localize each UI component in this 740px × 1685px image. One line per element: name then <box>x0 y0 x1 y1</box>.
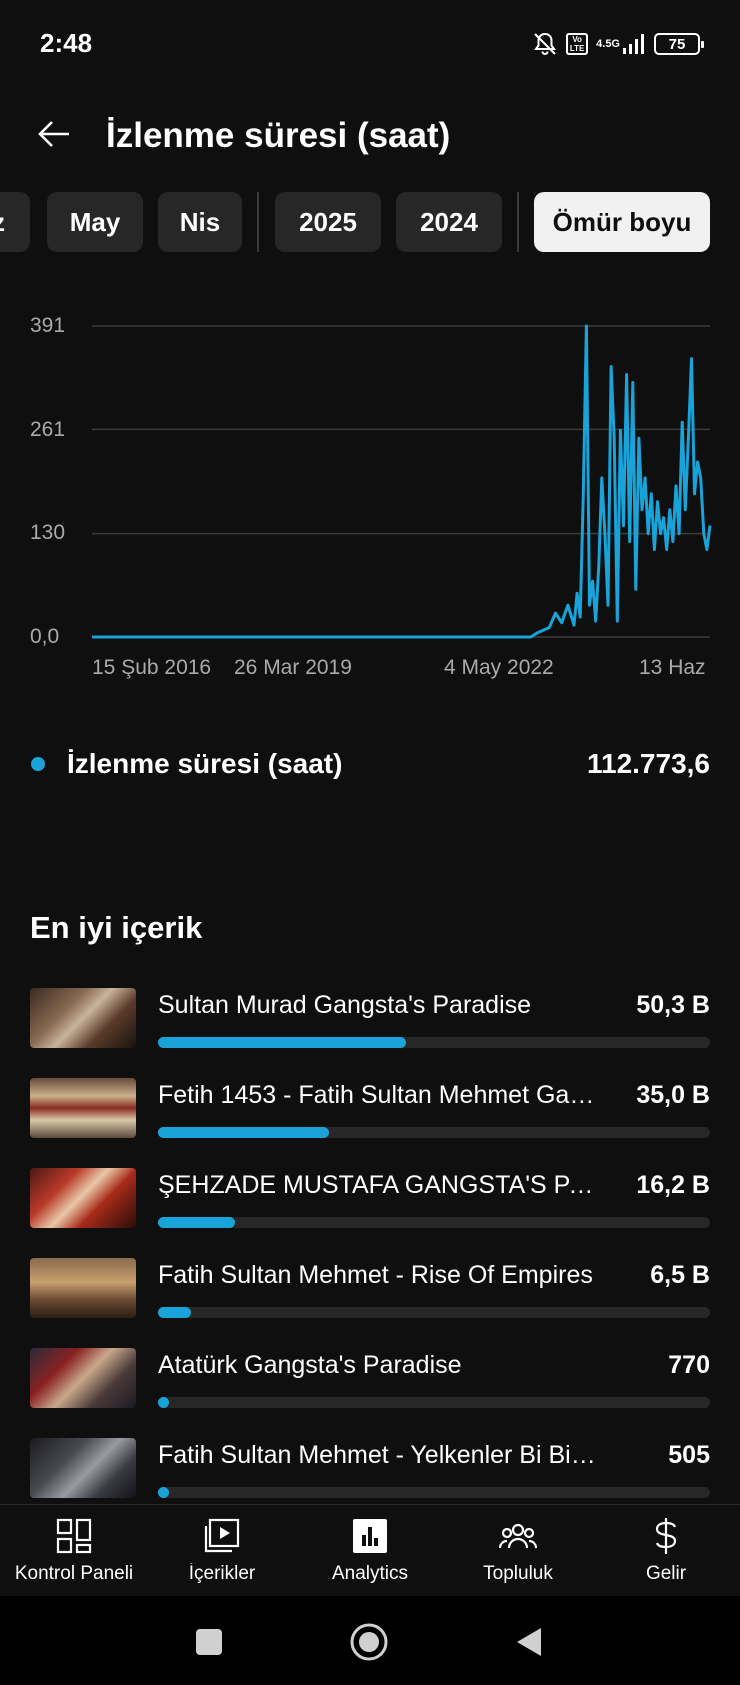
battery-level: 75 <box>668 35 686 53</box>
y-tick-label: 130 <box>30 521 66 544</box>
metric-total: 112.773,6 <box>586 748 710 779</box>
video-value: 770 <box>668 1351 710 1379</box>
nav-item-revenue[interactable]: Gelir <box>592 1505 740 1597</box>
analytics-icon <box>351 1517 389 1555</box>
battery-icon: 75 <box>654 33 704 55</box>
video-title: ŞEHZADE MUSTAFA GANGSTA'S PARADISE <box>158 1171 598 1199</box>
video-title: Fatih Sultan Mehmet - Rise Of Empires <box>158 1261 593 1289</box>
system-nav-bar <box>0 1596 740 1685</box>
y-tick-label: 391 <box>30 314 66 337</box>
nav-item-analytics[interactable]: Analytics <box>296 1505 444 1597</box>
progress-fill <box>158 1397 170 1408</box>
nav-item-dashboard[interactable]: Kontrol Paneli <box>0 1505 148 1597</box>
video-title: Fetih 1453 - Fatih Sultan Mehmet Gangsta… <box>158 1081 598 1109</box>
video-thumbnail <box>30 1258 136 1318</box>
progress-track <box>158 1397 710 1408</box>
progress-track <box>158 1127 710 1138</box>
network-type: 4.5G <box>596 38 620 50</box>
home-button[interactable] <box>349 1622 389 1662</box>
progress-fill <box>158 1127 330 1138</box>
x-tick-label: 4 May 2022 <box>444 656 554 679</box>
content-item[interactable]: Sultan Murad Gangsta's Paradise 50,3 B <box>0 985 740 1055</box>
x-tick-label: 26 Mar 2019 <box>234 656 352 679</box>
status-icons: Vo LTE 4.5G 75 <box>532 28 704 60</box>
dollar-icon <box>647 1517 685 1555</box>
progress-track <box>158 1487 710 1498</box>
home-circle-icon <box>350 1623 388 1661</box>
volte-icon: Vo LTE <box>566 33 589 55</box>
signal-icon <box>623 34 644 54</box>
metric-label: İzlenme süresi (saat) <box>67 748 343 779</box>
progress-track <box>158 1217 710 1228</box>
chart-canvas <box>92 324 712 639</box>
chip-may[interactable]: May <box>47 192 143 252</box>
nav-label: Analytics <box>331 1563 409 1584</box>
video-value: 16,2 B <box>636 1171 710 1199</box>
video-title: Fatih Sultan Mehmet - Yelkenler Bi Bir Y… <box>158 1441 598 1469</box>
back-button[interactable] <box>30 110 78 158</box>
status-bar: 2:48 Vo LTE 4.5G 75 <box>0 0 740 88</box>
x-tick-label: 13 Haz <box>639 656 706 679</box>
period-chips: z May Nis 2025 2024 Ömür boyu <box>0 192 740 252</box>
bottom-nav: Kontrol Paneli İçerikler Analytics Toplu… <box>0 1504 740 1596</box>
video-thumbnail <box>30 1348 136 1408</box>
muted-bell-icon <box>534 32 557 55</box>
nav-label: Kontrol Paneli <box>14 1563 134 1584</box>
nav-label: İçerikler <box>188 1563 256 1584</box>
progress-track <box>158 1037 710 1048</box>
app-header: İzlenme süresi (saat) <box>0 88 740 196</box>
video-value: 35,0 B <box>636 1081 710 1109</box>
video-thumbnail <box>30 1168 136 1228</box>
video-value: 6,5 B <box>650 1261 710 1289</box>
y-tick-label: 261 <box>30 418 66 441</box>
video-value: 505 <box>668 1441 710 1469</box>
series-line <box>92 324 712 639</box>
line-chart: 391 261 130 0,0 15 Şub 2016 26 Mar 2019 … <box>0 300 740 690</box>
nav-label: Topluluk <box>483 1563 553 1584</box>
content-item[interactable]: Fetih 1453 - Fatih Sultan Mehmet Gangsta… <box>0 1075 740 1145</box>
content-item[interactable]: Fatih Sultan Mehmet - Yelkenler Bi Bir Y… <box>0 1435 740 1500</box>
progress-fill <box>158 1037 407 1048</box>
progress-track <box>158 1307 710 1318</box>
section-title: En iyi içerik <box>30 910 203 945</box>
content-item[interactable]: Atatürk Gangsta's Paradise 770 <box>0 1345 740 1415</box>
chip-period-partial[interactable]: z <box>0 192 30 252</box>
content-item[interactable]: Fatih Sultan Mehmet - Rise Of Empires 6,… <box>0 1255 740 1325</box>
x-tick-label: 15 Şub 2016 <box>92 656 212 679</box>
progress-fill <box>158 1217 236 1228</box>
top-content-list: Sultan Murad Gangsta's Paradise 50,3 B F… <box>0 985 740 1500</box>
progress-fill <box>158 1487 170 1498</box>
video-title: Sultan Murad Gangsta's Paradise <box>158 991 532 1019</box>
recents-button[interactable] <box>189 1622 229 1662</box>
y-tick-label: 0,0 <box>30 625 60 648</box>
video-thumbnail <box>30 988 136 1048</box>
status-time: 2:48 <box>40 28 93 58</box>
content-item[interactable]: ŞEHZADE MUSTAFA GANGSTA'S PARADISE 16,2 … <box>0 1165 740 1235</box>
chip-nis[interactable]: Nis <box>158 192 242 252</box>
back-arrow-icon <box>38 121 69 147</box>
nav-item-content[interactable]: İçerikler <box>148 1505 296 1597</box>
nav-label: Gelir <box>645 1563 687 1584</box>
back-system-button[interactable] <box>509 1622 549 1662</box>
chip-divider <box>517 192 519 252</box>
video-thumbnail <box>30 1078 136 1138</box>
chip-divider <box>257 192 259 252</box>
chip-2024[interactable]: 2024 <box>396 192 502 252</box>
metric-summary: İzlenme süresi (saat) 112.773,6 <box>0 742 740 792</box>
page-title: İzlenme süresi (saat) <box>106 116 451 155</box>
video-title: Atatürk Gangsta's Paradise <box>158 1351 462 1379</box>
square-icon <box>196 1629 222 1655</box>
content-icon <box>203 1517 241 1555</box>
chip-2025[interactable]: 2025 <box>275 192 381 252</box>
community-icon <box>499 1517 537 1555</box>
chip-lifetime[interactable]: Ömür boyu <box>534 192 710 252</box>
progress-fill <box>158 1307 192 1318</box>
triangle-back-icon <box>517 1628 541 1656</box>
video-thumbnail <box>30 1438 136 1498</box>
nav-item-community[interactable]: Topluluk <box>444 1505 592 1597</box>
dashboard-icon <box>55 1517 93 1555</box>
legend-dot <box>31 757 45 771</box>
video-value: 50,3 B <box>636 991 710 1019</box>
